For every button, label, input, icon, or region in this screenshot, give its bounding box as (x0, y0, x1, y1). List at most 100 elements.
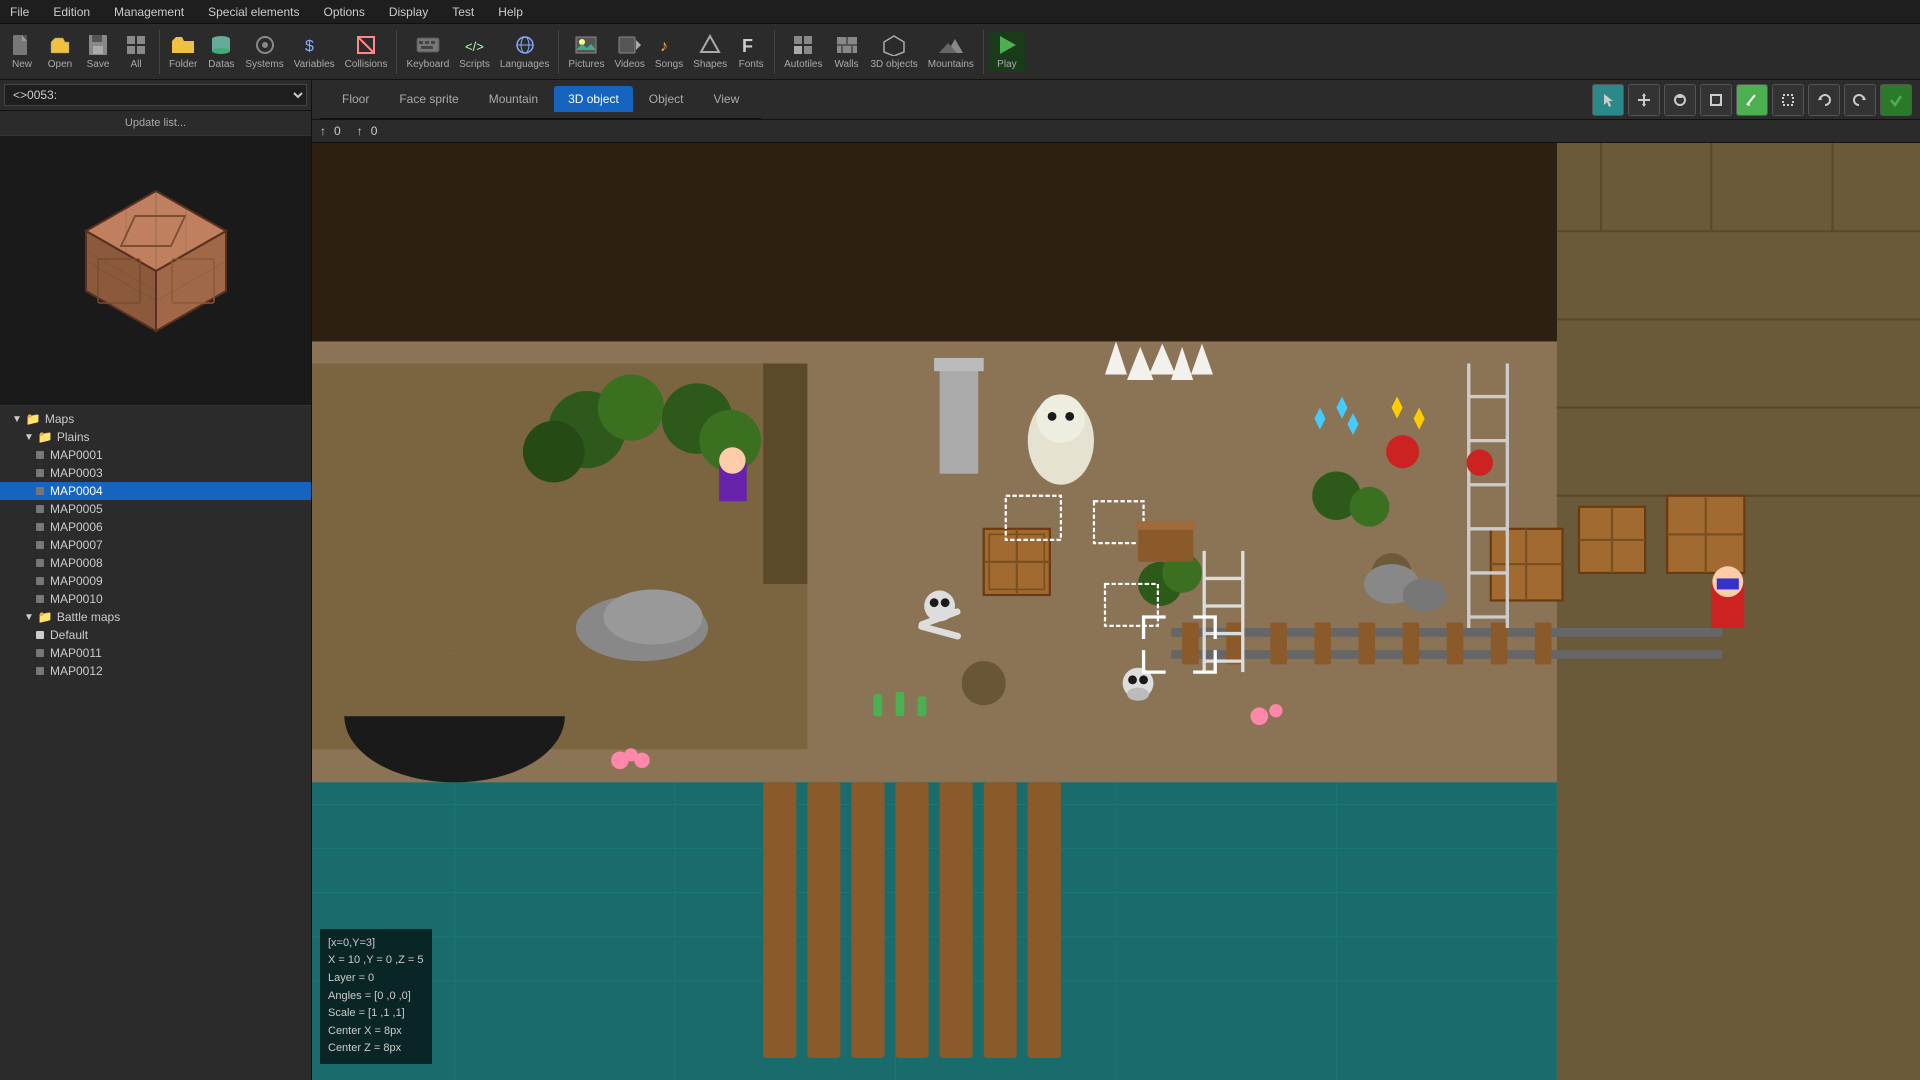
toolbar-open[interactable]: Open (42, 31, 78, 72)
map-canvas[interactable]: [x=0,Y=3] X = 10 ,Y = 0 ,Z = 5 Layer = 0… (312, 143, 1920, 1080)
battlemaps-folder-icon: 📁 (38, 610, 53, 624)
menu-management[interactable]: Management (108, 3, 190, 21)
frame-tool-button[interactable] (1772, 84, 1804, 116)
menu-display[interactable]: Display (383, 3, 434, 21)
cursor-tool-button[interactable] (1592, 84, 1624, 116)
info-line5: Scale = [1 ,1 ,1] (328, 1005, 424, 1023)
tab-face-sprite[interactable]: Face sprite (385, 86, 472, 112)
toolbar-play-label: Play (997, 59, 1016, 70)
open-icon (48, 33, 72, 57)
toolbar-variables[interactable]: $ Variables (290, 31, 339, 72)
3dobjects-icon (882, 33, 906, 57)
tree-map-MAP0003[interactable]: MAP0003 (0, 464, 311, 482)
tree-map-MAP0011[interactable]: MAP0011 (0, 644, 311, 662)
toolbar-fonts-label: Fonts (739, 59, 764, 70)
toolbar-scripts[interactable]: </> Scripts (455, 31, 494, 72)
tree-map-MAP0008[interactable]: MAP0008 (0, 554, 311, 572)
toolbar-autotiles[interactable]: Autotiles (780, 31, 826, 72)
toolbar-datas[interactable]: Datas (203, 31, 239, 72)
tree-default[interactable]: Default (0, 626, 311, 644)
toolbar-songs[interactable]: ♪ Songs (651, 31, 687, 72)
toolbar-autotiles-label: Autotiles (784, 59, 822, 70)
scale-tool-button[interactable] (1700, 84, 1732, 116)
info-line3: Layer = 0 (328, 970, 424, 988)
menu-help[interactable]: Help (492, 3, 529, 21)
songs-icon: ♪ (657, 33, 681, 57)
autotiles-icon (791, 33, 815, 57)
toolbar-folder[interactable]: Folder (165, 31, 201, 72)
tree-map-MAP0005[interactable]: MAP0005 (0, 500, 311, 518)
redo-button[interactable] (1844, 84, 1876, 116)
tree-root-maps[interactable]: ▼ 📁 Maps (0, 410, 311, 428)
toolbar-collisions-label: Collisions (345, 59, 388, 70)
sep5 (983, 30, 984, 74)
toolbar-shapes[interactable]: Shapes (689, 31, 731, 72)
menu-edition[interactable]: Edition (47, 3, 96, 21)
info-line6: Center X = 8px (328, 1023, 424, 1041)
toolbar-systems-label: Systems (245, 59, 283, 70)
update-list-button[interactable]: Update list... (0, 111, 311, 136)
menu-options[interactable]: Options (317, 3, 370, 21)
confirm-button[interactable] (1880, 84, 1912, 116)
tree-map-MAP0012[interactable]: MAP0012 (0, 662, 311, 680)
toolbar-collisions[interactable]: Collisions (341, 31, 392, 72)
map0012-bullet (36, 667, 44, 675)
tree-map-MAP0010[interactable]: MAP0010 (0, 590, 311, 608)
tab-mountain[interactable]: Mountain (475, 86, 552, 112)
toolbar-3dobjects[interactable]: 3D objects (867, 31, 922, 72)
tree-map0011-label: MAP0011 (50, 646, 102, 660)
tree-map-MAP0009[interactable]: MAP0009 (0, 572, 311, 590)
tab-3d-object[interactable]: 3D object (554, 86, 633, 112)
tree-area: ▼ 📁 Maps ▼ 📁 Plains MAP0001 MAP0003 M (0, 406, 311, 1080)
toolbar-scripts-label: Scripts (459, 59, 490, 70)
tree-map-MAP0006[interactable]: MAP0006 (0, 518, 311, 536)
menu-special-elements[interactable]: Special elements (202, 3, 305, 21)
toolbar-play[interactable]: Play (989, 31, 1025, 72)
tab-object[interactable]: Object (635, 86, 698, 112)
play-icon (995, 33, 1019, 57)
toolbar-videos[interactable]: Videos (610, 31, 648, 72)
toolbar-keyboard[interactable]: Keyboard (402, 31, 453, 72)
toolbar-walls[interactable]: Walls (829, 31, 865, 72)
undo-button[interactable] (1808, 84, 1840, 116)
toolbar-fonts[interactable]: F Fonts (733, 31, 769, 72)
toolbar-new[interactable]: New (4, 31, 40, 72)
sep1 (159, 30, 160, 74)
toolbar-all[interactable]: All (118, 31, 154, 72)
sep3 (558, 30, 559, 74)
map-dropdown[interactable]: <>0053: (4, 84, 307, 106)
menubar: File Edition Management Special elements… (0, 0, 1920, 24)
tree-group-battlemaps[interactable]: ▼ 📁 Battle maps (0, 608, 311, 626)
all-icon (124, 33, 148, 57)
tree-map-MAP0004[interactable]: MAP0004 (0, 482, 311, 500)
menu-test[interactable]: Test (446, 3, 480, 21)
map0001-bullet (36, 451, 44, 459)
info-line7: Center Z = 8px (328, 1040, 424, 1058)
toolbar-mountains[interactable]: Mountains (924, 31, 978, 72)
left-panel: <>0053: Update list... (0, 80, 312, 1080)
tree-default-label: Default (50, 628, 88, 642)
toolbar-languages[interactable]: Languages (496, 31, 554, 72)
pencil-tool-button[interactable] (1736, 84, 1768, 116)
tree-battlemaps-label: Battle maps (57, 610, 120, 624)
tree-map0004-label: MAP0004 (50, 484, 103, 498)
tab-view[interactable]: View (699, 86, 753, 112)
tree-map-MAP0001[interactable]: MAP0001 (0, 446, 311, 464)
tree-group-plains[interactable]: ▼ 📁 Plains (0, 428, 311, 446)
toolbar-save[interactable]: Save (80, 31, 116, 72)
battlemaps-arrow: ▼ (24, 612, 34, 623)
toolbar-videos-label: Videos (614, 59, 644, 70)
editor-tabs: Floor Face sprite Mountain 3D object Obj… (320, 80, 761, 119)
tree-map0008-label: MAP0008 (50, 556, 103, 570)
map0007-bullet (36, 541, 44, 549)
toolbar-pictures[interactable]: Pictures (564, 31, 608, 72)
rotate-tool-button[interactable] (1664, 84, 1696, 116)
fonts-icon: F (739, 33, 763, 57)
3d-object-preview (0, 136, 311, 406)
toolbar-systems[interactable]: Systems (241, 31, 287, 72)
transform-tool-button[interactable] (1628, 84, 1660, 116)
toolbar-songs-label: Songs (655, 59, 683, 70)
tab-floor[interactable]: Floor (328, 86, 383, 112)
tree-map-MAP0007[interactable]: MAP0007 (0, 536, 311, 554)
menu-file[interactable]: File (4, 3, 35, 21)
